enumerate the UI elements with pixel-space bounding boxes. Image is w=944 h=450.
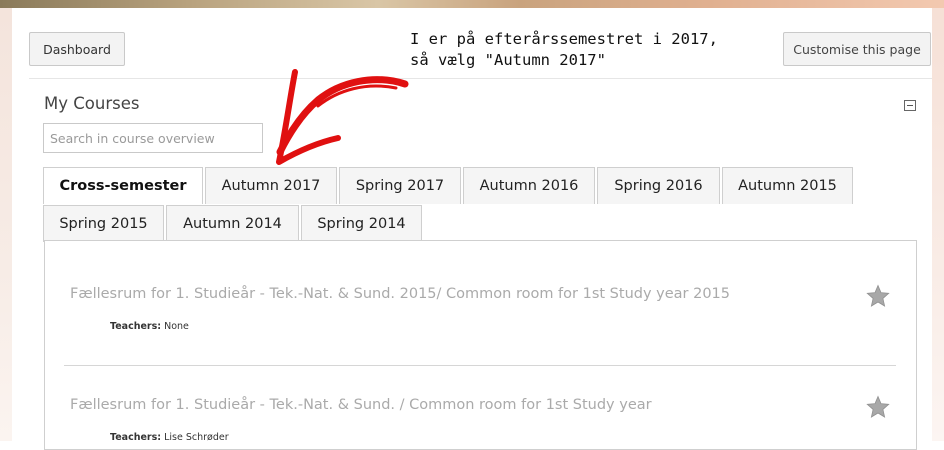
teachers-label: Teachers: <box>110 321 162 332</box>
tab-autumn-2016[interactable]: Autumn 2016 <box>463 167 595 204</box>
page-background-left <box>0 8 12 441</box>
tab-spring-2017[interactable]: Spring 2017 <box>339 167 461 204</box>
teachers-value: None <box>164 321 189 332</box>
course-title-link[interactable]: Fællesrum for 1. Studieår - Tek.-Nat. & … <box>70 286 730 302</box>
tab-spring-2015[interactable]: Spring 2015 <box>43 205 164 242</box>
header-divider <box>29 78 932 79</box>
course-list-panel <box>44 240 917 450</box>
tab-autumn-2015[interactable]: Autumn 2015 <box>722 167 853 204</box>
annotation-arrow-icon <box>276 69 409 165</box>
customise-page-button[interactable]: Customise this page <box>783 32 931 66</box>
course-teachers: Teachers: Lise Schrøder <box>110 432 229 443</box>
my-courses-title: My Courses <box>44 94 140 113</box>
tab-autumn-2017[interactable]: Autumn 2017 <box>205 167 337 204</box>
teachers-label: Teachers: <box>110 432 162 443</box>
tab-spring-2016[interactable]: Spring 2016 <box>597 167 720 204</box>
tab-autumn-2014[interactable]: Autumn 2014 <box>166 205 299 242</box>
tab-cross-semester[interactable]: Cross-semester <box>43 167 203 204</box>
teachers-value: Lise Schrøder <box>164 432 229 443</box>
annotation-note: I er på efterårssemestret i 2017, så væl… <box>410 29 750 71</box>
collapse-block-icon[interactable] <box>904 100 916 111</box>
annotation-line-2: så vælg "Autumn 2017" <box>410 51 606 69</box>
page-background-right <box>932 8 944 441</box>
tab-spring-2014[interactable]: Spring 2014 <box>301 205 422 242</box>
page-background-strip <box>0 0 944 8</box>
course-teachers: Teachers: None <box>110 321 189 332</box>
course-title-link[interactable]: Fællesrum for 1. Studieår - Tek.-Nat. & … <box>70 397 652 413</box>
course-divider <box>64 365 896 366</box>
star-icon[interactable] <box>866 395 890 419</box>
course-search-input[interactable] <box>43 123 263 153</box>
star-icon[interactable] <box>866 284 890 308</box>
annotation-line-1: I er på efterårssemestret i 2017, <box>410 30 718 48</box>
dashboard-button[interactable]: Dashboard <box>29 32 125 66</box>
